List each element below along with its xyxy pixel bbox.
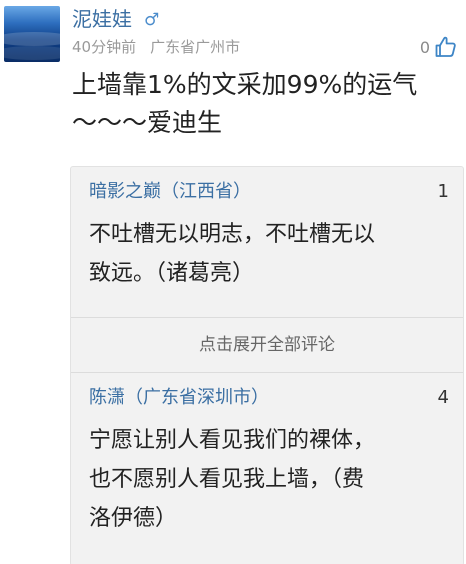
post-content: 上墙靠1%的文采加99%的运气 ～～～爱迪生 — [72, 66, 460, 142]
post-like-button[interactable]: 0 — [420, 33, 458, 61]
comment-author[interactable]: 陈潇（广东省深圳市） — [89, 385, 269, 411]
avatar-wave — [4, 46, 60, 60]
post-text-line: ～～～爱迪生 — [72, 108, 223, 137]
post-like-count: 0 — [419, 37, 430, 57]
weibo-post-page: 泥娃娃 ♂ 40分钟前 广东省广州市 0 上墙靠1%的文采加99%的运气 ～～～爱… — [0, 0, 466, 564]
comment-text-line: 也不愿别人看见我上墙，（费 — [89, 467, 365, 492]
avatar[interactable] — [4, 6, 60, 62]
comment-like-count[interactable]: 1 — [438, 179, 449, 205]
expand-comments-button[interactable]: 点击展开全部评论 — [71, 319, 463, 371]
post-username[interactable]: 泥娃娃 — [72, 6, 132, 32]
comment-author[interactable]: 暗影之巅（江西省） — [89, 179, 251, 205]
comment-text-line: 致远。（诸葛亮） — [89, 261, 255, 286]
post-time: 40分钟前 — [72, 38, 137, 56]
male-gender-icon: ♂ — [144, 10, 160, 30]
comment-like-count[interactable]: 4 — [438, 385, 449, 411]
post-meta: 40分钟前 广东省广州市 — [72, 37, 240, 57]
comment-text-line: 洛伊德） — [89, 506, 178, 531]
thumbs-up-icon[interactable] — [434, 35, 458, 59]
comment-text: 宁愿让别人看见我们的裸体， 也不愿别人看见我上墙，（费 洛伊德） — [89, 421, 459, 538]
comment-text: 不吐槽无以明志，不吐槽无以 致远。（诸葛亮） — [89, 215, 459, 293]
post-text-line: 上墙靠1%的文采加99%的运气 — [72, 70, 418, 99]
avatar-wave — [4, 32, 60, 46]
comment-text-line: 宁愿让别人看见我们的裸体， — [89, 428, 376, 453]
divider — [71, 317, 463, 318]
post-location: 广东省广州市 — [150, 38, 241, 56]
comments-panel: 暗影之巅（江西省） 1 不吐槽无以明志，不吐槽无以 致远。（诸葛亮） 点击展开全… — [70, 166, 464, 564]
divider — [71, 372, 463, 373]
comment-text-line: 不吐槽无以明志，不吐槽无以 — [89, 222, 376, 247]
